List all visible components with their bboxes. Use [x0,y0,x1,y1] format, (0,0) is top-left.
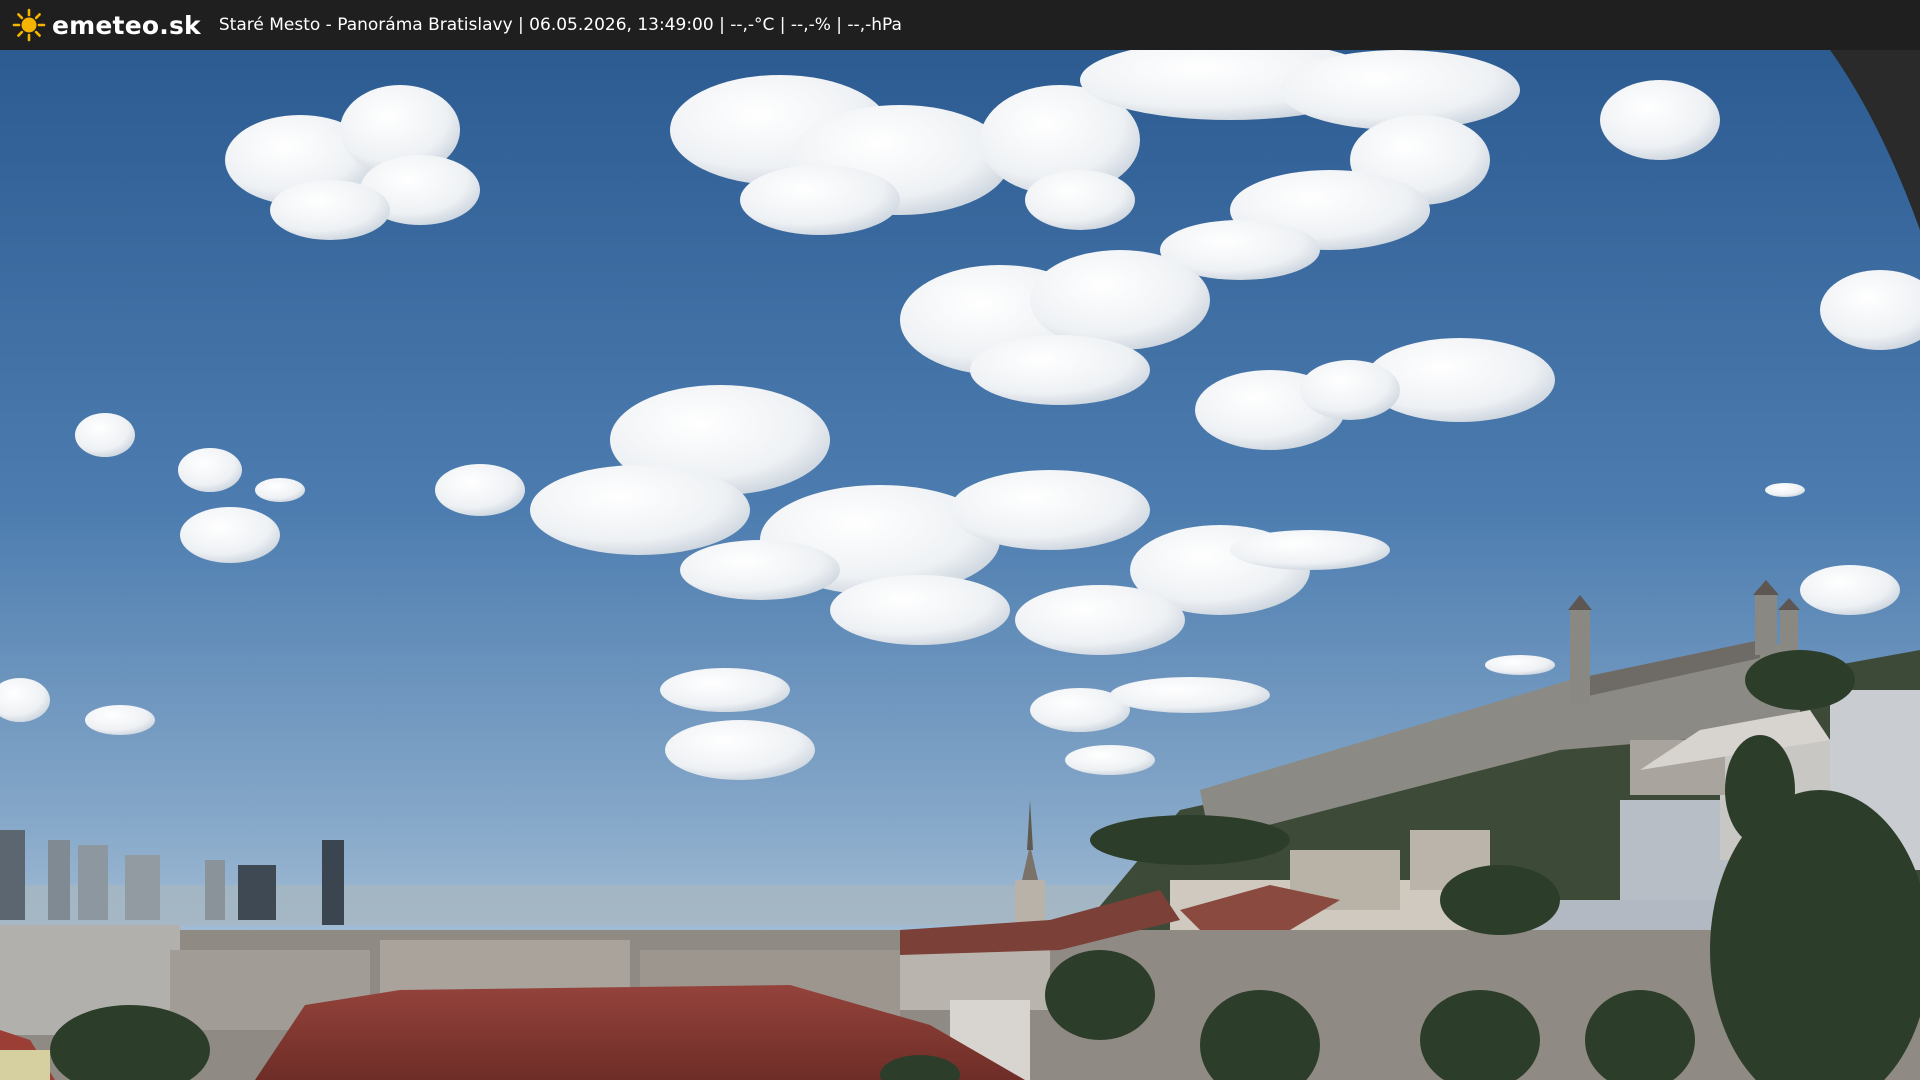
sun-icon [12,8,46,42]
top-info-bar: emeteo.sk Staré Mesto - Panoráma Bratisl… [0,0,1920,50]
camera-info-text: Staré Mesto - Panoráma Bratislavy | 06.0… [218,15,902,35]
webcam-image [0,50,1920,1080]
left-building [0,1050,50,1080]
site-logo[interactable]: emeteo.sk [12,8,201,42]
site-logo-text: emeteo.sk [52,10,201,40]
